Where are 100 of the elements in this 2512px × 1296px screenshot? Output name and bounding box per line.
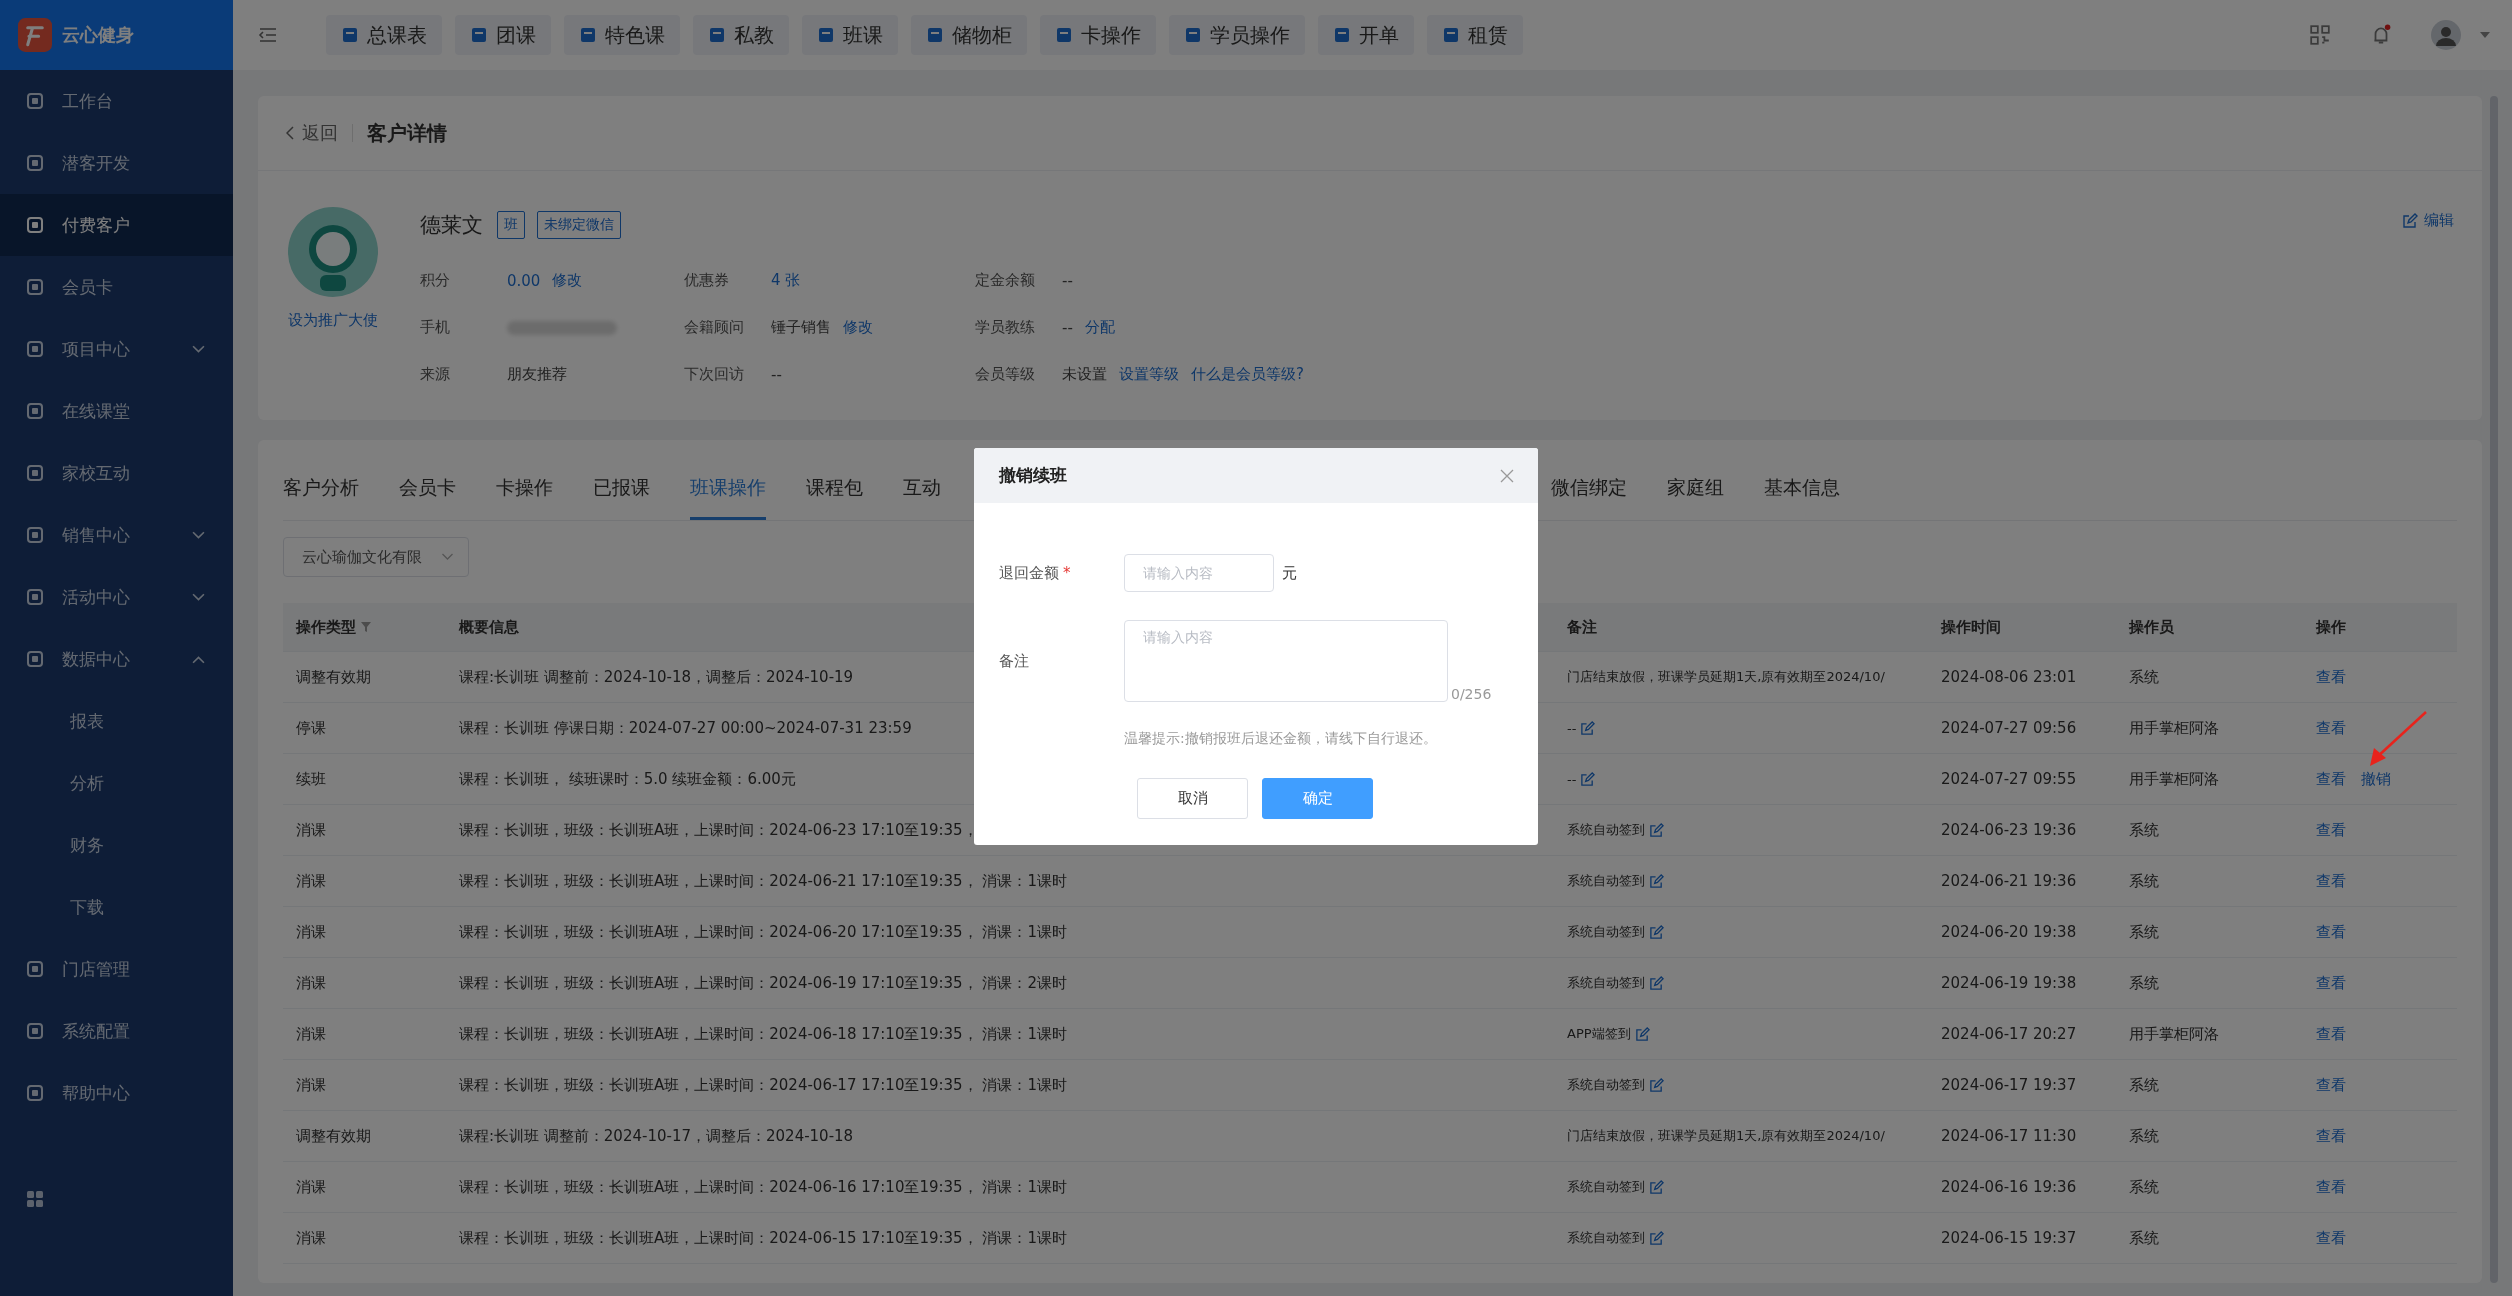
table-cell-text: 系统: [2128, 667, 2160, 687]
sidebar-item[interactable]: 会员卡: [0, 256, 233, 318]
edit-icon[interactable]: [1649, 1179, 1664, 1195]
action-link[interactable]: 查看: [2316, 820, 2346, 840]
nav-button[interactable]: 开单: [1318, 15, 1414, 55]
action-link[interactable]: 查看: [2316, 922, 2346, 942]
action-link[interactable]: 查看: [2316, 1177, 2346, 1197]
field-link[interactable]: 修改: [552, 271, 583, 290]
qr-code-icon[interactable]: [2309, 24, 2331, 46]
action-link[interactable]: 查看: [2316, 1024, 2346, 1044]
edit-icon[interactable]: [1649, 1230, 1664, 1246]
cancel-button[interactable]: 取消: [1137, 778, 1248, 819]
edit-icon[interactable]: [1580, 771, 1596, 787]
nav-button[interactable]: 储物柜: [911, 15, 1027, 55]
ambassador-link[interactable]: 设为推广大使: [288, 311, 378, 330]
field-value: 朋友推荐: [507, 365, 567, 384]
sidebar-item[interactable]: 销售中心: [0, 504, 233, 566]
sidebar-item[interactable]: 工作台: [0, 70, 233, 132]
field-value[interactable]: 4 张: [771, 271, 801, 290]
sidebar-item[interactable]: 在线课堂: [0, 380, 233, 442]
close-icon[interactable]: [1500, 468, 1514, 483]
field-link[interactable]: 分配: [1084, 318, 1115, 337]
tab[interactable]: 互动: [903, 475, 941, 520]
field-label: 会籍顾问: [684, 318, 745, 337]
amount-field[interactable]: 请输入内容: [1124, 554, 1274, 592]
sidebar-item[interactable]: 家校互动: [0, 442, 233, 504]
sidebar-item[interactable]: 活动中心: [0, 566, 233, 628]
nav-button[interactable]: 私教: [693, 15, 789, 55]
nav-button[interactable]: 团课: [455, 15, 551, 55]
table-cell-text: 2024-06-17 19:37: [1940, 1076, 2078, 1094]
sidebar-subitem[interactable]: 报表: [0, 690, 233, 752]
sidebar-subitem[interactable]: 财务: [0, 814, 233, 876]
edit-icon[interactable]: [1634, 1026, 1650, 1042]
grid-icon[interactable]: [26, 1190, 44, 1208]
table-cell: 课程：长训班，班级：长训班A班，上课时间：2024-06-20 17:10至19:35， 消课：1课时: [459, 922, 1067, 942]
tab[interactable]: 会员卡: [399, 475, 456, 520]
action-link[interactable]: 查看: [2316, 769, 2346, 789]
square-icon: [26, 278, 44, 296]
tile-icon: [1184, 26, 1202, 44]
field-label: 手机: [420, 318, 451, 337]
action-link[interactable]: 查看: [2316, 667, 2346, 687]
edit-icon[interactable]: [1649, 1077, 1664, 1093]
nav-button[interactable]: 特色课: [564, 15, 680, 55]
avatar[interactable]: [2431, 20, 2461, 50]
edit-icon[interactable]: [1649, 873, 1664, 889]
tab[interactable]: 基本信息: [1764, 475, 1840, 520]
nav-button[interactable]: 租赁: [1427, 15, 1523, 55]
table-cell-text: 2024-06-17 20:27: [1940, 1025, 2078, 1043]
menu-icon[interactable]: [258, 27, 278, 43]
action-link[interactable]: 查看: [2316, 1126, 2346, 1146]
field-link[interactable]: 设置等级: [1119, 365, 1179, 384]
square-icon: [26, 588, 44, 606]
filter-icon[interactable]: [360, 621, 372, 633]
field-link[interactable]: 修改: [843, 318, 873, 337]
edit-icon[interactable]: [1649, 924, 1664, 940]
action-link[interactable]: 查看: [2316, 973, 2346, 993]
sidebar-item[interactable]: 门店管理: [0, 938, 233, 1000]
back-link[interactable]: 返回: [286, 121, 338, 145]
action-link[interactable]: 查看: [2316, 1075, 2346, 1095]
sidebar-item[interactable]: 付费客户: [0, 194, 233, 256]
sidebar-subitem[interactable]: 下载: [0, 876, 233, 938]
tab[interactable]: 家庭组: [1667, 475, 1724, 520]
sidebar-item[interactable]: 系统配置: [0, 1000, 233, 1062]
table-cell-text: 消课: [295, 820, 327, 840]
sidebar-item[interactable]: 潜客开发: [0, 132, 233, 194]
sidebar-subitem[interactable]: 分析: [0, 752, 233, 814]
edit-icon[interactable]: [1649, 822, 1664, 838]
table-cell: 课程：长训班， 续班课时：5.0 续班金额：6.00元: [459, 769, 796, 789]
nav-button[interactable]: 总课表: [326, 15, 442, 55]
tab[interactable]: 班课操作: [690, 475, 766, 520]
nav-button[interactable]: 学员操作: [1169, 15, 1305, 55]
sidebar-item[interactable]: 数据中心: [0, 628, 233, 690]
tab[interactable]: 微信绑定: [1551, 475, 1627, 520]
confirm-button[interactable]: 确定: [1262, 778, 1373, 819]
table-cell-text: 2024-06-15 19:37: [1940, 1229, 2078, 1247]
company-select[interactable]: 云心瑜伽文化有限: [283, 537, 469, 577]
tab[interactable]: 卡操作: [496, 475, 553, 520]
nav-button[interactable]: 班课: [802, 15, 898, 55]
edit-icon[interactable]: [1649, 975, 1664, 991]
table-cell-text: 用手掌柜阿洛: [2128, 718, 2220, 738]
table-cell: 课程：长训班，班级：长训班A班，上课时间：2024-06-21 17:10至19:35， 消课：1课时: [459, 871, 1067, 891]
caret-icon[interactable]: [2480, 32, 2490, 38]
sidebar-item[interactable]: 项目中心: [0, 318, 233, 380]
edit-link[interactable]: 编辑: [2402, 211, 2454, 230]
sidebar-item[interactable]: 帮助中心: [0, 1062, 233, 1124]
tab[interactable]: 课程包: [806, 475, 863, 520]
tab[interactable]: 已报课: [593, 475, 650, 520]
nav-button[interactable]: 卡操作: [1040, 15, 1156, 55]
action-link[interactable]: 查看: [2316, 871, 2346, 891]
tile-icon: [470, 26, 488, 44]
action-link[interactable]: 撤销: [2361, 769, 2391, 789]
table-cell-text: 调整有效期: [295, 667, 372, 687]
action-link[interactable]: 查看: [2316, 1228, 2346, 1248]
remark-field[interactable]: 请输入内容: [1124, 620, 1448, 702]
field-link[interactable]: 什么是会员等级?: [1191, 365, 1304, 384]
action-link[interactable]: 查看: [2316, 718, 2346, 738]
tab[interactable]: 客户分析: [283, 475, 359, 520]
field-value[interactable]: 0.00: [507, 271, 541, 290]
edit-icon[interactable]: [1580, 720, 1596, 736]
square-icon: [26, 92, 44, 110]
